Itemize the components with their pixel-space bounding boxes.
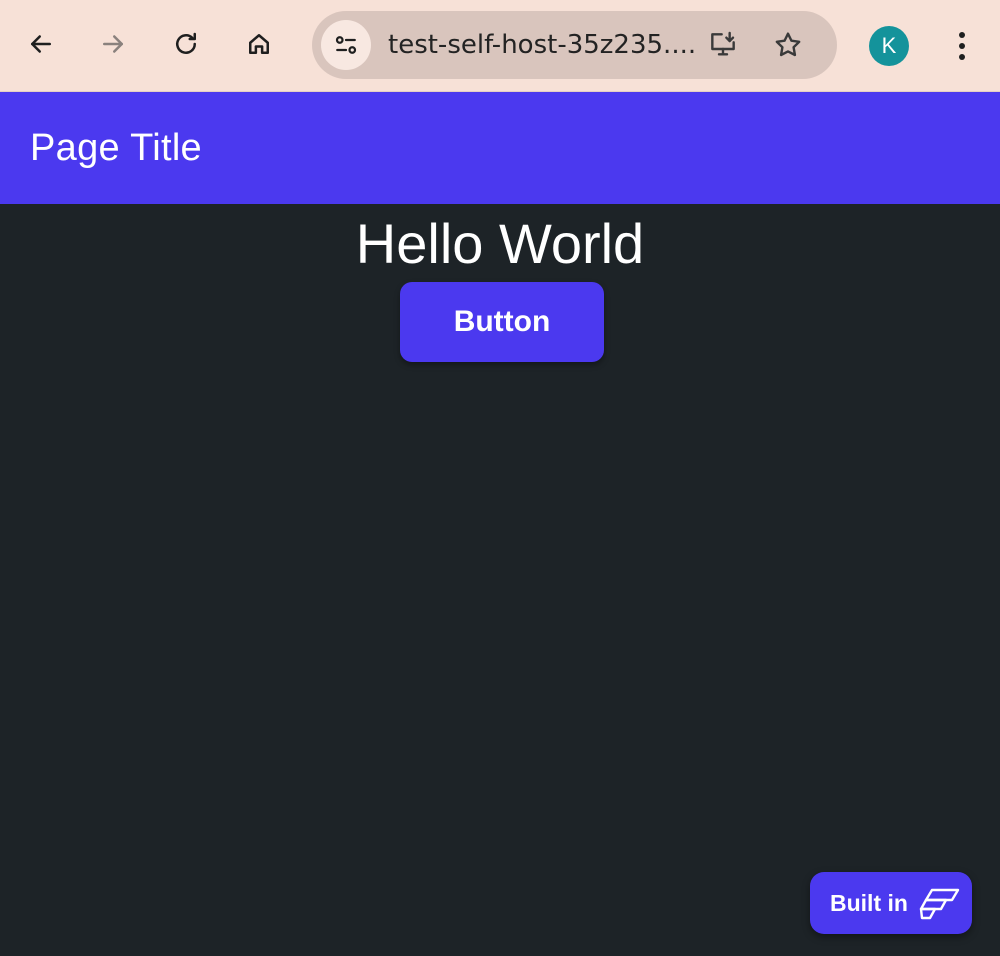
forward-button[interactable] [90, 21, 136, 67]
install-app-button[interactable] [706, 28, 740, 62]
browser-toolbar: test-self-host-35z235.... K [0, 0, 1000, 92]
profile-avatar[interactable]: K [869, 26, 909, 66]
url-text[interactable]: test-self-host-35z235.... [388, 30, 700, 60]
browser-menu-button[interactable] [944, 26, 980, 66]
reload-button[interactable] [163, 21, 209, 67]
back-arrow-icon [31, 35, 51, 53]
badge-label: Built in [830, 890, 908, 916]
home-icon [249, 34, 269, 54]
bookmark-star-icon [775, 32, 801, 57]
install-app-icon [711, 31, 735, 56]
reload-icon [176, 32, 196, 54]
site-info-icon [335, 36, 357, 54]
bookmark-button[interactable] [771, 28, 805, 62]
kebab-menu-icon [959, 32, 965, 60]
built-in-badge[interactable]: Built in [810, 872, 972, 934]
app-header: Page Title [0, 92, 1000, 204]
back-button[interactable] [18, 21, 64, 67]
site-info-button[interactable] [321, 20, 371, 70]
primary-button[interactable]: Button [400, 282, 604, 362]
hello-heading: Hello World [355, 212, 645, 275]
flutterflow-logo-icon [919, 888, 960, 920]
home-button[interactable] [236, 21, 282, 67]
address-bar[interactable]: test-self-host-35z235.... [312, 11, 837, 79]
forward-arrow-icon [103, 35, 123, 53]
page-title: Page Title [30, 127, 202, 169]
